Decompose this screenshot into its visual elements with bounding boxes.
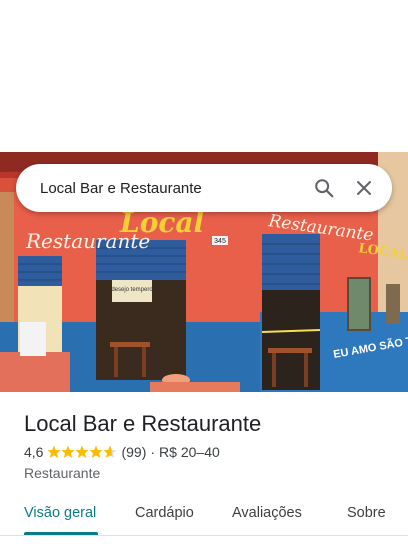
search-bar[interactable]: Local Bar e Restaurante bbox=[16, 164, 392, 212]
tab-about[interactable]: Sobre bbox=[347, 494, 386, 534]
tab-menu[interactable]: Cardápio bbox=[135, 494, 194, 534]
tab-overview[interactable]: Visão geral bbox=[24, 494, 96, 534]
search-icon[interactable] bbox=[304, 168, 344, 208]
place-category: Restaurante bbox=[24, 465, 101, 481]
tab-divider bbox=[0, 535, 408, 536]
close-icon[interactable] bbox=[344, 168, 384, 208]
tab-reviews[interactable]: Avaliações bbox=[232, 494, 302, 534]
stars-icon bbox=[47, 445, 117, 458]
separator-dot: · bbox=[150, 444, 156, 460]
review-count[interactable]: (99) bbox=[121, 444, 146, 460]
inner-sign-text: desejo tempero bbox=[111, 287, 153, 293]
rating-row: 4,6 (99) · R$ 20–40 bbox=[24, 444, 394, 460]
street-number: 345 bbox=[214, 238, 226, 245]
place-title: Local Bar e Restaurante bbox=[24, 411, 262, 436]
tab-bar: Visão geral Cardápio Avaliações Sobre bbox=[0, 494, 408, 536]
star-rating bbox=[47, 445, 117, 459]
price-range: R$ 20–40 bbox=[159, 444, 220, 460]
rating-value: 4,6 bbox=[24, 444, 44, 460]
place-info: Local Bar e Restaurante 4,6 (99) · R$ 20… bbox=[24, 410, 394, 481]
search-input[interactable]: Local Bar e Restaurante bbox=[16, 180, 304, 197]
